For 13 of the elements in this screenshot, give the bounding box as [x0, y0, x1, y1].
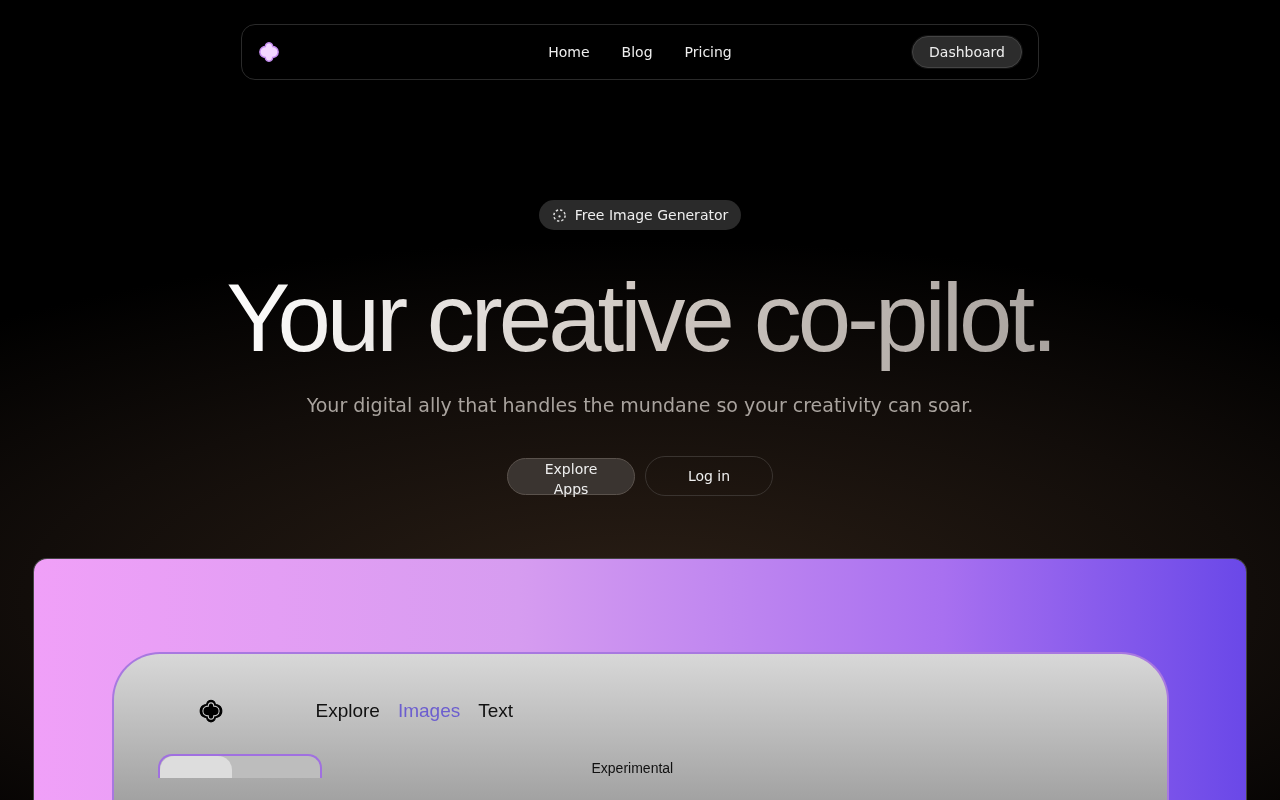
- dashed-circle-icon: [551, 207, 567, 223]
- section-label: Experimental: [591, 760, 674, 776]
- preview-tab[interactable]: Text: [478, 700, 514, 722]
- logo-icon[interactable]: [258, 41, 280, 63]
- dashboard-button[interactable]: Dashboard: [912, 36, 1022, 68]
- preview-tab[interactable]: Explore: [315, 700, 380, 722]
- logo-icon: [197, 698, 224, 724]
- explore-apps-button[interactable]: Explore Apps: [507, 457, 635, 495]
- nav-link[interactable]: Blog: [621, 44, 653, 60]
- nav-link[interactable]: Pricing: [684, 44, 732, 60]
- nav-link[interactable]: Home: [548, 44, 590, 60]
- badge-text: Free Image Generator: [574, 207, 729, 223]
- hero-subtitle: Your digital ally that handles the mundane so your creativity can soar.: [306, 394, 974, 416]
